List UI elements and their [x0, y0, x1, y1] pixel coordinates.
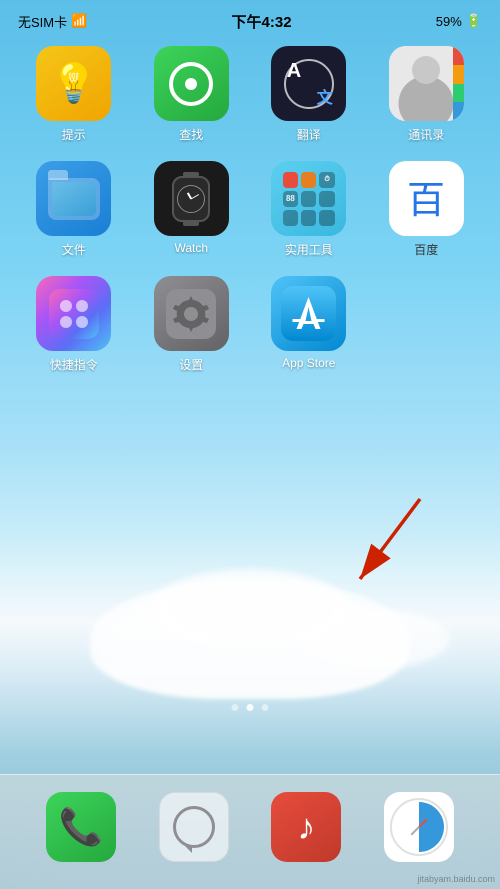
page-dot-1: [232, 704, 239, 711]
app-empty-slot: [373, 276, 481, 373]
page-dot-3: [262, 704, 269, 711]
app-contacts[interactable]: 通讯录: [373, 46, 481, 143]
app-icon-baidu: 百: [389, 161, 464, 236]
app-label-shortcuts: 快捷指令: [50, 356, 98, 373]
translate-zh: 文: [317, 84, 333, 108]
watch-hands: [181, 189, 201, 209]
app-icon-files: [36, 161, 111, 236]
utility-cell-6: [319, 191, 334, 207]
utility-cell-1: [283, 172, 298, 188]
app-icon-utility: ⏱ 88: [271, 161, 346, 236]
utility-grid: ⏱ 88: [279, 168, 339, 230]
app-grid: 💡 提示 查找 A 文 翻译: [0, 36, 500, 373]
watch-face: [172, 176, 210, 222]
red-arrow-annotation: [330, 489, 450, 609]
wifi-icon: 📶: [71, 13, 87, 29]
status-right: 59% 🔋: [436, 13, 482, 29]
app-watch[interactable]: Watch: [138, 161, 246, 258]
translate-inner: A 文: [279, 54, 339, 114]
status-time: 下午4:32: [232, 11, 292, 32]
app-label-appstore: App Store: [282, 356, 335, 370]
safari-needle: [410, 819, 427, 836]
app-label-settings: 设置: [179, 356, 203, 373]
app-icon-watch: [154, 161, 229, 236]
app-label-utility: 实用工具: [285, 241, 333, 258]
dock-icon-safari: [384, 792, 454, 862]
app-icon-contacts: [389, 46, 464, 121]
app-label-find: 查找: [179, 126, 203, 143]
carrier-text: 无SIM卡: [18, 12, 67, 31]
app-tips[interactable]: 💡 提示: [20, 46, 128, 143]
app-settings[interactable]: 设置: [138, 276, 246, 373]
svg-text:百: 百: [407, 180, 445, 222]
app-shortcuts[interactable]: 快捷指令: [20, 276, 128, 373]
dock-icon-message: [159, 792, 229, 862]
app-find[interactable]: 查找: [138, 46, 246, 143]
utility-cell-5: [301, 191, 316, 207]
app-icon-appstore: [271, 276, 346, 351]
app-label-files: 文件: [62, 241, 86, 258]
utility-cell-3: ⏱: [319, 172, 334, 188]
safari-compass: [390, 798, 448, 856]
watch-circle: [177, 185, 205, 213]
translate-a: A: [287, 60, 301, 83]
utility-cell-8: [301, 210, 316, 226]
app-icon-shortcuts: [36, 276, 111, 351]
app-icon-settings: [154, 276, 229, 351]
status-left: 无SIM卡 📶: [18, 12, 87, 31]
app-utility[interactable]: ⏱ 88 实用工具: [255, 161, 363, 258]
app-translate[interactable]: A 文 翻译: [255, 46, 363, 143]
app-label-translate: 翻译: [297, 126, 321, 143]
battery-text: 59%: [436, 14, 462, 29]
app-files[interactable]: 文件: [20, 161, 128, 258]
utility-cell-4: 88: [283, 191, 298, 207]
dock-message[interactable]: [159, 792, 229, 862]
utility-cell-2: [301, 172, 316, 188]
watermark: jitabyam.baidu.com: [417, 874, 495, 884]
page-dots: [232, 704, 269, 711]
battery-icon: 🔋: [466, 13, 482, 29]
shortcuts-svg: [49, 289, 99, 339]
status-bar: 无SIM卡 📶 下午4:32 59% 🔋: [0, 0, 500, 36]
watch-minute-hand: [191, 194, 199, 199]
dock-phone[interactable]: 📞: [46, 792, 116, 862]
phone-icon: 📞: [59, 806, 104, 848]
app-icon-find: [154, 46, 229, 121]
app-icon-translate: A 文: [271, 46, 346, 121]
app-appstore[interactable]: App Store: [255, 276, 363, 373]
app-label-contacts: 通讯录: [408, 126, 444, 143]
app-label-watch: Watch: [174, 241, 208, 255]
dock-icon-music: ♪: [271, 792, 341, 862]
app-baidu[interactable]: 百 百度: [373, 161, 481, 258]
dock-safari[interactable]: [384, 792, 454, 862]
utility-cell-7: [283, 210, 298, 226]
baidu-logo-svg: 百: [399, 171, 454, 226]
bulb-icon: 💡: [50, 62, 97, 106]
appstore-svg: [281, 286, 336, 341]
page-dot-2: [247, 704, 254, 711]
settings-svg: [166, 289, 216, 339]
dock: 📞 ♪: [0, 774, 500, 889]
app-label-baidu: 百度: [414, 241, 438, 258]
message-bubble: [173, 806, 215, 848]
app-icon-tips: 💡: [36, 46, 111, 121]
music-icon: ♪: [297, 806, 315, 848]
safari-inner: [394, 802, 444, 852]
app-label-tips: 提示: [62, 126, 86, 143]
utility-cell-9: [319, 210, 334, 226]
find-ring: [169, 62, 213, 106]
dock-icon-phone: 📞: [46, 792, 116, 862]
find-dot: [185, 78, 197, 90]
dock-music[interactable]: ♪: [271, 792, 341, 862]
